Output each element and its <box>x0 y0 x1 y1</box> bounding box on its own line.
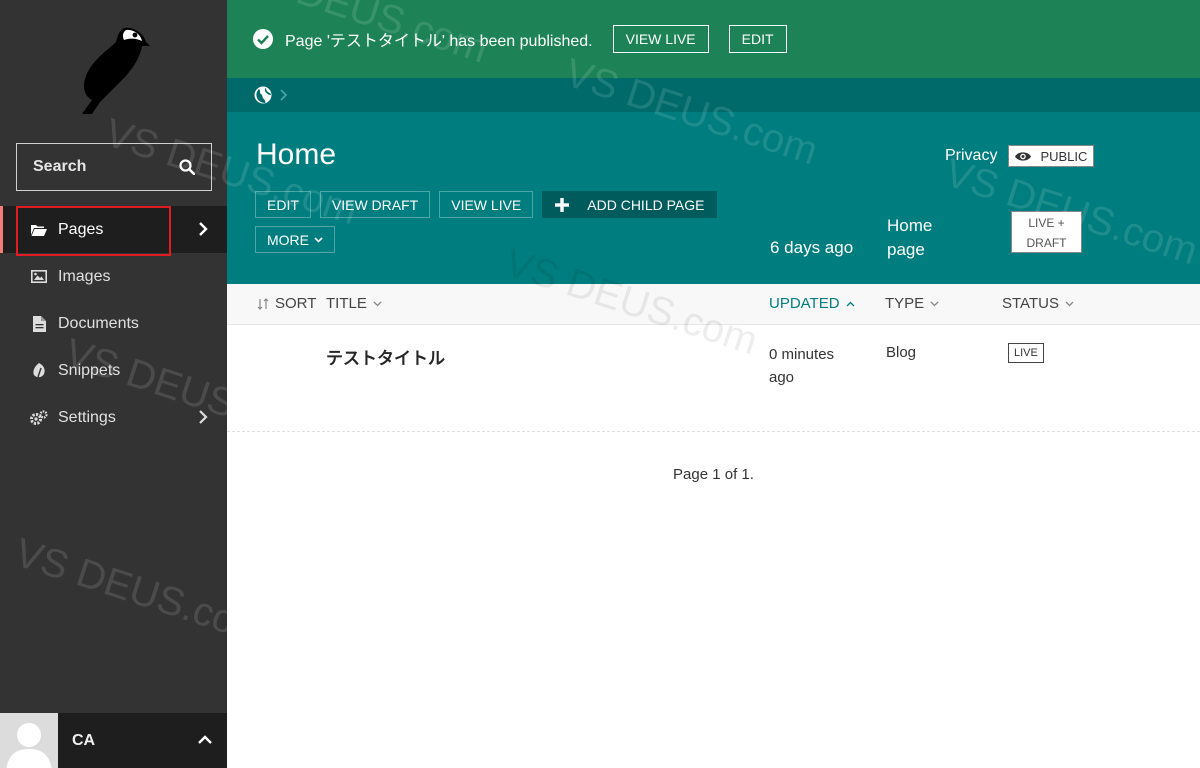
updated-label: UPDATED <box>769 295 840 312</box>
add-child-page-label: ADD CHILD PAGE <box>587 196 705 213</box>
page-title: Home <box>256 138 337 171</box>
privacy-button[interactable]: PUBLIC <box>1008 145 1095 167</box>
privacy-label: Privacy <box>945 147 998 164</box>
page-updated: 6 days ago <box>770 238 854 257</box>
table-row: テストタイトル 0 minutes ago Blog LIVE <box>227 325 1200 432</box>
status-line-1: LIVE + <box>1028 216 1065 230</box>
row-title-link[interactable]: テストタイトル <box>326 344 445 369</box>
message-text: Page 'テストタイトル' has been published. <box>285 33 593 50</box>
main-content: Page 'テストタイトル' has been published. VIEW … <box>227 0 1200 768</box>
row-updated: 0 minutes ago <box>769 346 835 386</box>
sort-column-header[interactable]: SORT <box>257 295 316 312</box>
account-menu[interactable]: CA <box>0 713 227 768</box>
page-type: Home page <box>887 216 933 259</box>
sidebar-item-label: Images <box>58 267 111 285</box>
cogs-icon <box>30 409 48 427</box>
chevron-down-icon <box>930 301 939 306</box>
sidebar-item-images[interactable]: Images <box>0 253 227 300</box>
privacy-indicator: Privacy PUBLIC <box>945 145 1095 167</box>
updated-column-header[interactable]: UPDATED <box>769 295 855 312</box>
title-label: TITLE <box>326 295 367 312</box>
type-label: TYPE <box>885 295 925 312</box>
status-column-header[interactable]: STATUS <box>1002 295 1074 312</box>
sort-label: SORT <box>275 295 317 312</box>
row-type: Blog <box>886 344 917 361</box>
sidebar-item-label: Pages <box>58 220 104 238</box>
chevron-right-icon <box>280 89 288 101</box>
globe-icon[interactable] <box>254 86 272 104</box>
listing-header: SORT TITLE UPDATED TYPE STATUS <box>227 284 1200 325</box>
chevron-up-icon[interactable] <box>197 733 213 745</box>
account-name: CA <box>72 731 96 749</box>
sidebar-item-label: Snippets <box>58 361 121 379</box>
search-input[interactable]: Search <box>16 143 212 191</box>
page-actions: EDIT VIEW DRAFT VIEW LIVE ADD CHILD PAGE <box>255 191 718 218</box>
wagtail-logo[interactable] <box>78 24 150 114</box>
chevron-down-icon <box>314 236 323 243</box>
type-column-header[interactable]: TYPE <box>885 295 939 312</box>
chevron-down-icon <box>373 301 382 306</box>
view-live-button[interactable]: VIEW LIVE <box>439 191 534 218</box>
title-column-header[interactable]: TITLE <box>326 295 382 312</box>
plus-icon <box>555 197 570 212</box>
chevron-right-icon <box>199 410 208 424</box>
breadcrumb <box>227 78 1200 112</box>
status-label: STATUS <box>1002 295 1059 312</box>
image-icon <box>30 268 48 286</box>
message-view-live-button[interactable]: VIEW LIVE <box>612 25 709 53</box>
search-label: Search <box>33 158 87 175</box>
chevron-down-icon <box>1065 301 1074 306</box>
edit-button[interactable]: EDIT <box>255 191 311 218</box>
page-header: Home Privacy PUBLIC EDIT VIEW DRAFT VIEW… <box>227 112 1200 284</box>
row-status-badge[interactable]: LIVE <box>1008 343 1044 363</box>
message-edit-button[interactable]: EDIT <box>728 25 787 53</box>
add-child-page-button[interactable]: ADD CHILD PAGE <box>542 191 718 218</box>
more-dropdown-button[interactable]: MORE <box>255 226 335 253</box>
sidebar-item-label: Settings <box>58 408 116 426</box>
default-avatar-icon <box>6 723 52 768</box>
status-line-2: DRAFT <box>1026 236 1067 250</box>
sidebar-item-label: Documents <box>58 314 139 332</box>
sidebar-item-documents[interactable]: Documents <box>0 300 227 347</box>
chevron-right-icon <box>199 222 208 236</box>
main-menu: Pages Images Documents Snippets Settings <box>0 206 227 441</box>
sort-icon <box>257 297 269 310</box>
pagination: Page 1 of 1. <box>673 466 754 483</box>
privacy-value: PUBLIC <box>1040 148 1088 164</box>
avatar[interactable] <box>0 713 58 768</box>
sidebar: Search Pages Images Documents Snippets S… <box>0 0 227 768</box>
success-message: Page 'テストタイトル' has been published. VIEW … <box>227 0 1200 78</box>
chevron-up-icon <box>846 301 855 306</box>
sidebar-item-settings[interactable]: Settings <box>0 394 227 441</box>
search-icon[interactable] <box>179 159 195 175</box>
view-draft-button[interactable]: VIEW DRAFT <box>319 191 431 218</box>
snippet-icon <box>30 362 48 380</box>
sidebar-item-snippets[interactable]: Snippets <box>0 347 227 394</box>
more-label: MORE <box>267 231 309 248</box>
document-icon <box>30 315 48 333</box>
status-badge[interactable]: LIVE + DRAFT <box>1011 211 1082 253</box>
eye-icon <box>1015 151 1032 161</box>
check-circle-icon <box>253 29 273 49</box>
folder-open-icon <box>30 221 48 239</box>
sidebar-item-pages[interactable]: Pages <box>0 206 227 253</box>
